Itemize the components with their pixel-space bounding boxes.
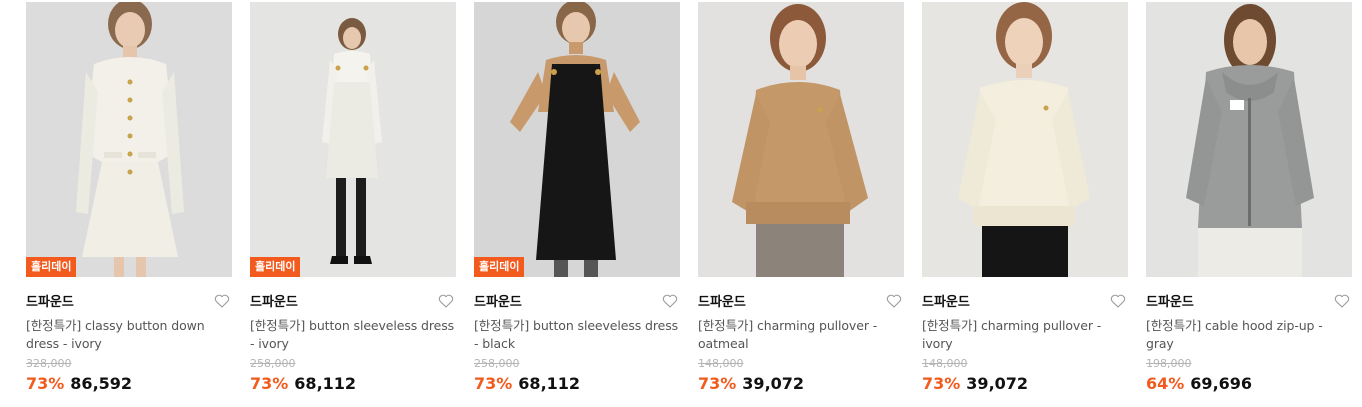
product-card[interactable]: 홀리데이 드파운드 [한정특가] button sleeveless dress… [250,2,456,395]
original-price: 148,000 [698,357,744,370]
price-row: 73% 39,072 [698,373,904,395]
product-card[interactable]: 홀리데이 드파운드 [한정특가] classy button down dres… [26,2,232,395]
product-photo [698,2,904,277]
discount-rate: 73% [250,374,289,393]
product-image[interactable] [922,2,1128,277]
original-price: 148,000 [922,357,968,370]
product-image[interactable]: 홀리데이 [26,2,232,277]
holiday-badge: 홀리데이 [250,257,301,277]
product-image[interactable]: 홀리데이 [474,2,680,277]
brand-name[interactable]: 드파운드 [474,295,522,310]
product-card[interactable]: 홀리데이 드파운드 [한정특가] button sleeveless dress… [474,2,680,395]
product-name[interactable]: [한정특가] button sleeveless dress - black [474,317,680,353]
product-image[interactable] [698,2,904,277]
product-photo [922,2,1128,277]
price-row: 73% 86,592 [26,373,232,395]
sale-price: 69,696 [1190,374,1253,393]
product-photo [250,2,456,277]
price-row: 73% 39,072 [922,373,1128,395]
product-card[interactable]: 드파운드 [한정특가] cable hood zip-up - gray 198… [1146,2,1352,395]
discount-rate: 64% [1146,374,1185,393]
product-name[interactable]: [한정특가] button sleeveless dress - ivory [250,317,456,353]
heart-outline-icon[interactable] [1109,292,1127,310]
product-name[interactable]: [한정특가] cable hood zip-up - gray [1146,317,1352,353]
original-price: 258,000 [474,357,520,370]
brand-row: 드파운드 [1146,291,1352,311]
original-price: 328,000 [26,357,72,370]
product-name[interactable]: [한정특가] charming pullover - ivory [922,317,1128,353]
product-image[interactable]: 홀리데이 [250,2,456,277]
heart-outline-icon[interactable] [885,292,903,310]
sale-price: 39,072 [742,374,805,393]
brand-name[interactable]: 드파운드 [26,295,74,310]
brand-name[interactable]: 드파운드 [698,295,746,310]
product-name[interactable]: [한정특가] charming pullover - oatmeal [698,317,904,353]
brand-row: 드파운드 [698,291,904,311]
brand-row: 드파운드 [474,291,680,311]
product-card[interactable]: 드파운드 [한정특가] charming pullover - ivory 14… [922,2,1128,395]
sale-price: 68,112 [518,374,581,393]
brand-row: 드파운드 [922,291,1128,311]
discount-rate: 73% [26,374,65,393]
discount-rate: 73% [698,374,737,393]
discount-rate: 73% [922,374,961,393]
brand-name[interactable]: 드파운드 [1146,295,1194,310]
brand-name[interactable]: 드파운드 [922,295,970,310]
sale-price: 86,592 [70,374,133,393]
original-price: 198,000 [1146,357,1192,370]
product-name[interactable]: [한정특가] classy button down dress - ivory [26,317,232,353]
price-row: 73% 68,112 [474,373,680,395]
original-price: 258,000 [250,357,296,370]
brand-row: 드파운드 [26,291,232,311]
heart-outline-icon[interactable] [213,292,231,310]
heart-outline-icon[interactable] [1333,292,1351,310]
brand-row: 드파운드 [250,291,456,311]
product-grid: 홀리데이 드파운드 [한정특가] classy button down dres… [26,2,1352,395]
sale-price: 68,112 [294,374,357,393]
product-image[interactable] [1146,2,1352,277]
heart-outline-icon[interactable] [437,292,455,310]
product-photo [26,2,232,277]
discount-rate: 73% [474,374,513,393]
product-card[interactable]: 드파운드 [한정특가] charming pullover - oatmeal … [698,2,904,395]
brand-name[interactable]: 드파운드 [250,295,298,310]
heart-outline-icon[interactable] [661,292,679,310]
product-photo [1146,2,1352,277]
price-row: 73% 68,112 [250,373,456,395]
price-row: 64% 69,696 [1146,373,1352,395]
holiday-badge: 홀리데이 [474,257,525,277]
sale-price: 39,072 [966,374,1029,393]
holiday-badge: 홀리데이 [26,257,77,277]
product-photo [474,2,680,277]
